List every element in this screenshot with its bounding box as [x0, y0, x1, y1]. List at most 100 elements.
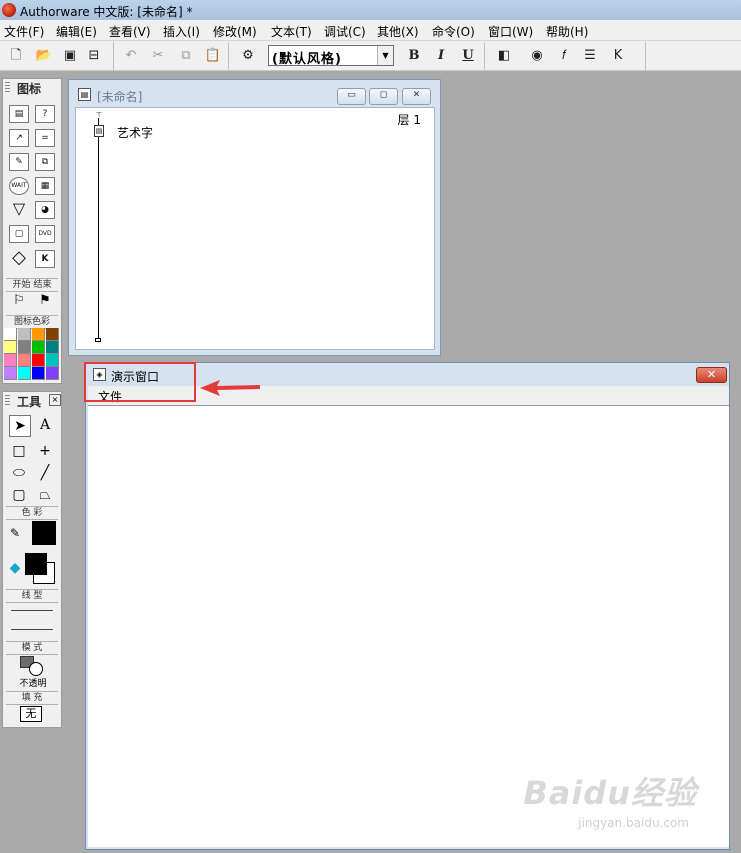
menu-help[interactable]: 帮助(H) — [546, 23, 588, 40]
navigate-icon[interactable]: ▽ — [9, 201, 29, 219]
menu-other[interactable]: 其他(X) — [377, 23, 419, 40]
color-swatch[interactable] — [32, 328, 45, 341]
functions-icon[interactable]: 𝑓 — [554, 46, 574, 66]
color-swatch[interactable] — [46, 367, 59, 380]
tools-palette-header[interactable]: 工具 × — [3, 392, 61, 409]
menu-debug[interactable]: 调试(C) — [324, 23, 366, 40]
icons-palette-header[interactable]: 图标 — [3, 79, 61, 96]
mode-label: 模 式 — [6, 641, 58, 655]
wait-icon[interactable]: WAIT — [9, 177, 29, 195]
color-swatch[interactable] — [32, 341, 45, 354]
find-icon[interactable]: ⚙ — [238, 46, 258, 66]
menu-view[interactable]: 查看(V) — [109, 23, 151, 40]
digital-movie-icon[interactable]: ▦ — [35, 177, 55, 195]
pointer-tool-icon[interactable]: ➤ — [9, 415, 31, 437]
copy-icon[interactable]: ⧉ — [176, 46, 196, 66]
video-icon[interactable]: DVD — [35, 225, 55, 243]
interaction-icon[interactable]: ? — [35, 105, 55, 123]
start-end-label: 开始 结束 — [6, 278, 58, 292]
color-swatch[interactable] — [18, 367, 31, 380]
diagonal-line-tool-icon[interactable]: ╱ — [35, 463, 55, 483]
menu-file[interactable]: 文件(F) — [4, 23, 44, 40]
drag-grip-icon[interactable] — [5, 395, 10, 406]
style-select[interactable]: (默认风格) ▼ — [268, 45, 394, 67]
import-icon[interactable]: ⊟ — [84, 46, 104, 66]
erase-icon[interactable]: ✎ — [9, 153, 29, 171]
decision-icon[interactable]: ◇ — [9, 249, 29, 268]
bold-button[interactable]: B — [404, 46, 424, 66]
color-swatch[interactable] — [46, 328, 59, 341]
color-section-label: 色 彩 — [6, 506, 58, 520]
display-icon[interactable]: ▤ — [94, 125, 104, 137]
menu-text[interactable]: 文本(T) — [271, 23, 312, 40]
authorware-logo-icon — [2, 3, 16, 17]
start-flag-icon[interactable]: ⚐ — [9, 291, 29, 311]
line-style-default[interactable] — [11, 629, 53, 630]
menu-modify[interactable]: 修改(M) — [213, 23, 257, 40]
color-swatch[interactable] — [32, 354, 45, 367]
menu-window[interactable]: 窗口(W) — [488, 23, 533, 40]
color-swatch[interactable] — [18, 354, 31, 367]
paint-bucket-icon[interactable]: ◆ — [5, 558, 25, 578]
close-icon[interactable]: × — [49, 394, 61, 406]
pencil-icon[interactable]: ✎ — [5, 523, 25, 543]
annotation-arrow-icon — [200, 380, 260, 396]
fill-foreground-swatch[interactable] — [25, 553, 47, 575]
mode-value: 不透明 — [19, 679, 47, 689]
italic-button[interactable]: I — [431, 46, 451, 66]
calculation-icon[interactable]: = — [35, 129, 55, 147]
underline-button[interactable]: U — [458, 46, 478, 66]
undo-icon[interactable]: ↶ — [121, 46, 141, 66]
icon-label[interactable]: 艺术字 — [117, 124, 153, 141]
text-tool-icon[interactable]: A — [35, 415, 55, 435]
color-swatch[interactable] — [32, 367, 45, 380]
color-swatch[interactable] — [4, 367, 17, 380]
variables-icon[interactable]: ☰ — [580, 46, 600, 66]
close-button[interactable]: ✕ — [402, 88, 431, 105]
color-swatch[interactable] — [18, 328, 31, 341]
chevron-down-icon[interactable]: ▼ — [377, 46, 393, 65]
display-icon[interactable]: ▤ — [9, 105, 29, 123]
control-panel-icon[interactable]: ◉ — [527, 46, 547, 66]
sound-icon[interactable]: ◕ — [35, 201, 55, 219]
level-label: 层 1 — [397, 113, 421, 127]
flowchart-canvas[interactable]: 层 1 ⊤ ▤ 艺术字 — [75, 107, 435, 350]
color-swatch[interactable] — [4, 328, 17, 341]
open-folder-icon[interactable]: 📂 — [34, 46, 54, 66]
drag-grip-icon[interactable] — [5, 82, 10, 93]
color-swatch[interactable] — [46, 354, 59, 367]
line-color-swatch[interactable] — [32, 521, 56, 545]
knowledge-object-icon[interactable]: K — [608, 46, 628, 66]
end-flag-icon[interactable]: ⚑ — [35, 291, 55, 311]
hand-cursor-icon: ⊤ — [95, 111, 103, 119]
color-swatch[interactable] — [4, 341, 17, 354]
rounded-rectangle-tool-icon[interactable]: ▢ — [9, 485, 29, 505]
ellipse-tool-icon[interactable]: ⬭ — [9, 463, 29, 483]
color-swatch[interactable] — [4, 354, 17, 367]
menu-insert[interactable]: 插入(I) — [163, 23, 200, 40]
line-style-thin[interactable] — [11, 610, 53, 611]
motion-icon[interactable]: ↗ — [9, 129, 29, 147]
flowline-end-marker — [95, 338, 101, 342]
map-icon[interactable]: ⧉ — [35, 153, 55, 171]
rectangle-tool-icon[interactable]: □ — [9, 441, 29, 461]
close-button[interactable]: ✕ — [696, 367, 727, 383]
color-swatch[interactable] — [18, 341, 31, 354]
style-select-value: (默认风格) — [272, 52, 342, 67]
maximize-button[interactable]: ◻ — [369, 88, 398, 105]
paste-icon[interactable]: 📋 — [203, 46, 223, 66]
knowledge-object-icon[interactable]: K — [35, 250, 55, 268]
new-file-icon[interactable]: 🗋 — [6, 46, 26, 66]
orthogonal-line-tool-icon[interactable]: + — [35, 441, 55, 461]
save-all-icon[interactable]: ▣ — [60, 46, 80, 66]
color-swatch[interactable] — [46, 341, 59, 354]
menu-bar: 文件(F) 编辑(E) 查看(V) 插入(I) 修改(M) 文本(T) 调试(C… — [0, 20, 741, 41]
run-icon[interactable]: ◧ — [494, 46, 514, 66]
menu-edit[interactable]: 编辑(E) — [56, 23, 97, 40]
menu-command[interactable]: 命令(O) — [432, 23, 475, 40]
framework-icon[interactable]: ▢ — [9, 225, 29, 243]
fill-pattern-button[interactable]: 无 — [20, 706, 42, 722]
minimize-button[interactable]: ▭ — [337, 88, 366, 105]
cut-icon[interactable]: ✂ — [148, 46, 168, 66]
polygon-tool-icon[interactable]: ⏢ — [35, 485, 55, 505]
